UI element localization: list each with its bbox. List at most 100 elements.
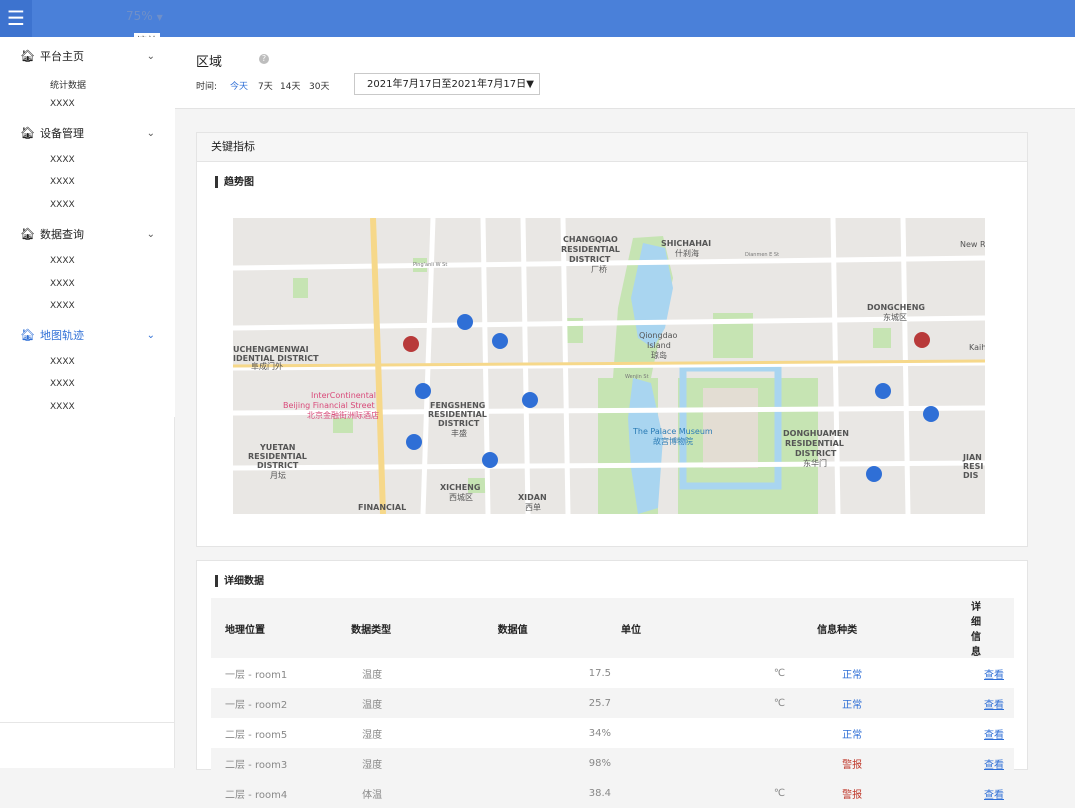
sidebar-group-devices[interactable]: 🏠︎ 设备管理 ⌄	[20, 125, 155, 141]
map-label: 东城区	[883, 312, 907, 322]
device-marker[interactable]	[492, 333, 508, 349]
map-label: Kaih	[969, 343, 985, 352]
sidebar-group-map[interactable]: 🏠︎ 地图轨迹 ⌄	[20, 327, 155, 343]
map-label: XIDAN	[518, 493, 547, 502]
map-label: SHICHAHAI	[661, 239, 711, 248]
alarm-marker[interactable]	[403, 336, 419, 352]
sidebar-item[interactable]: XXXX	[50, 177, 75, 187]
map-label: JIAN	[962, 453, 982, 462]
cell-kind: 正常	[817, 688, 971, 718]
map-canvas[interactable]: CHANGQIAO RESIDENTIAL DISTRICT SHICHAHAI…	[233, 218, 985, 514]
map-label: RESIDENTIAL	[561, 245, 620, 254]
device-marker[interactable]	[522, 392, 538, 408]
sidebar-item[interactable]: XXXX	[50, 402, 75, 412]
view-link[interactable]: 查看	[984, 730, 1004, 741]
range-7d[interactable]: 7天	[258, 79, 273, 92]
caret-down-icon: ▼	[156, 13, 163, 22]
device-marker[interactable]	[875, 383, 891, 399]
cell-link: 查看	[971, 718, 1014, 748]
view-link[interactable]: 查看	[984, 790, 1004, 801]
map-label: 月坛	[270, 470, 286, 480]
chevron-down-icon: ⌄	[146, 127, 155, 139]
map-view[interactable]: CHANGQIAO RESIDENTIAL DISTRICT SHICHAHAI…	[233, 218, 985, 514]
map-label: RESI	[963, 462, 983, 471]
alarm-marker[interactable]	[914, 332, 930, 348]
cell-location: 二层 - room4	[225, 789, 288, 801]
sidebar-group-home[interactable]: 🏠︎ 平台主页 ⌄	[20, 48, 155, 64]
map-label: 东华门	[803, 458, 827, 468]
map-label: UCHENGMENWAI	[233, 345, 309, 354]
sidebar-item[interactable]: XXXX	[50, 155, 75, 165]
device-marker[interactable]	[482, 452, 498, 468]
map-label: Wenjin St	[625, 374, 649, 380]
map-label: RESIDENTIAL	[428, 410, 487, 419]
range-30d[interactable]: 30天	[309, 79, 329, 92]
table-row: 二层 - room5 湿度 34% 正常 查看	[211, 718, 1014, 748]
divider	[174, 417, 175, 768]
map-label: 西城区	[449, 493, 473, 502]
map-label: The Palace Museum	[632, 427, 713, 436]
view-link[interactable]: 查看	[984, 700, 1004, 711]
sidebar-item[interactable]: XXXX	[50, 200, 75, 210]
table-row: 一层 - room1 温度 17.5 ℃ 正常 查看	[211, 658, 1014, 688]
help-icon[interactable]: ?	[259, 54, 269, 64]
table-row: 二层 - room3 湿度 98% 警报 查看	[211, 748, 1014, 778]
column-header[interactable]: 单位	[620, 598, 818, 658]
column-header[interactable]: 数据类型	[351, 598, 498, 658]
sidebar-item[interactable]: XXXX	[50, 256, 75, 266]
map-label: Island	[647, 341, 671, 350]
top-bar: ☰ 75% ▼	[0, 0, 1075, 37]
view-link[interactable]: 查看	[984, 760, 1004, 771]
column-header[interactable]: 地理位置	[211, 598, 352, 658]
cell-location: 一层 - room2	[211, 688, 352, 718]
sidebar-item[interactable]: XXXX	[50, 357, 75, 367]
map-label: FINANCIAL	[358, 503, 406, 512]
cell-type: 湿度	[351, 748, 498, 778]
cell-unit: ℃	[773, 667, 786, 679]
map-label: CHANGQIAO	[563, 235, 618, 244]
section-title-details: 详细数据	[215, 572, 264, 587]
home-icon: 🏠︎	[20, 49, 36, 63]
sidebar-group-label: 设备管理	[40, 127, 84, 140]
cell-link: 查看	[971, 748, 1014, 778]
cell-location: 一层 - room1	[225, 669, 288, 681]
map-label: RESIDENTIAL	[785, 439, 844, 448]
column-header[interactable]: 信息种类	[817, 598, 971, 658]
date-range-select[interactable]: 2021年7月17日至2021年7月17日 ▼	[354, 73, 540, 95]
cell-unit: ℃	[620, 688, 818, 718]
sidebar: 🏠︎ 平台主页 ⌄ 统计数据 XXXX 🏠︎ 设备管理 ⌄ XXXX XXXX XXXX…	[0, 37, 175, 768]
map-label: DISTRICT	[438, 419, 480, 428]
chevron-down-icon: ⌄	[146, 329, 155, 341]
filter-panel: 区域 ? 时间: 今天 7天 14天 30天 2021年7月17日至2021年7…	[175, 37, 1075, 109]
map-label: DISTRICT	[795, 449, 837, 458]
zoom-dropdown[interactable]: 75% ▼	[126, 9, 163, 23]
sidebar-item[interactable]: XXXX	[50, 379, 75, 389]
column-header[interactable]: 详细信息	[971, 598, 1014, 658]
cell-value: 25.7	[497, 688, 621, 718]
device-marker[interactable]	[406, 434, 422, 450]
time-label: 时间:	[196, 82, 218, 92]
table-row: 二层 - room4 体温 38.4 ℃ 警报 查看	[211, 778, 1014, 808]
details-card: 详细数据 地理位置 数据类型 数据值 单位 信息种类 详细信息 一层 - roo…	[196, 560, 1028, 801]
range-today[interactable]: 今天	[230, 79, 248, 92]
view-link[interactable]: 查看	[984, 670, 1004, 681]
map-label: Dianmen E St	[745, 252, 779, 258]
map-label: 北京金融街洲际酒店	[307, 410, 379, 420]
column-header[interactable]: 数据值	[497, 598, 621, 658]
sidebar-item[interactable]: XXXX	[50, 99, 75, 109]
device-marker[interactable]	[457, 314, 473, 330]
sidebar-group-query[interactable]: 🏠︎ 数据查询 ⌄	[20, 226, 155, 242]
home-icon: 🏠︎	[20, 126, 36, 140]
range-14d[interactable]: 14天	[280, 79, 300, 92]
cell-link: 查看	[971, 658, 1014, 688]
sidebar-item[interactable]: 统计数据	[50, 78, 86, 91]
cell-value: 17.5	[588, 667, 611, 679]
sidebar-item[interactable]: XXXX	[50, 301, 75, 311]
device-marker[interactable]	[866, 466, 882, 482]
device-marker[interactable]	[415, 383, 431, 399]
device-marker[interactable]	[923, 406, 939, 422]
map-label: DISTRICT	[257, 461, 299, 470]
hamburger-menu-icon[interactable]: ☰	[0, 0, 32, 37]
sidebar-item[interactable]: XXXX	[50, 279, 75, 289]
metrics-card: 关键指标 趋势图 CHANGQIAO RESIDENTIAL DISTRICT …	[196, 132, 1028, 547]
